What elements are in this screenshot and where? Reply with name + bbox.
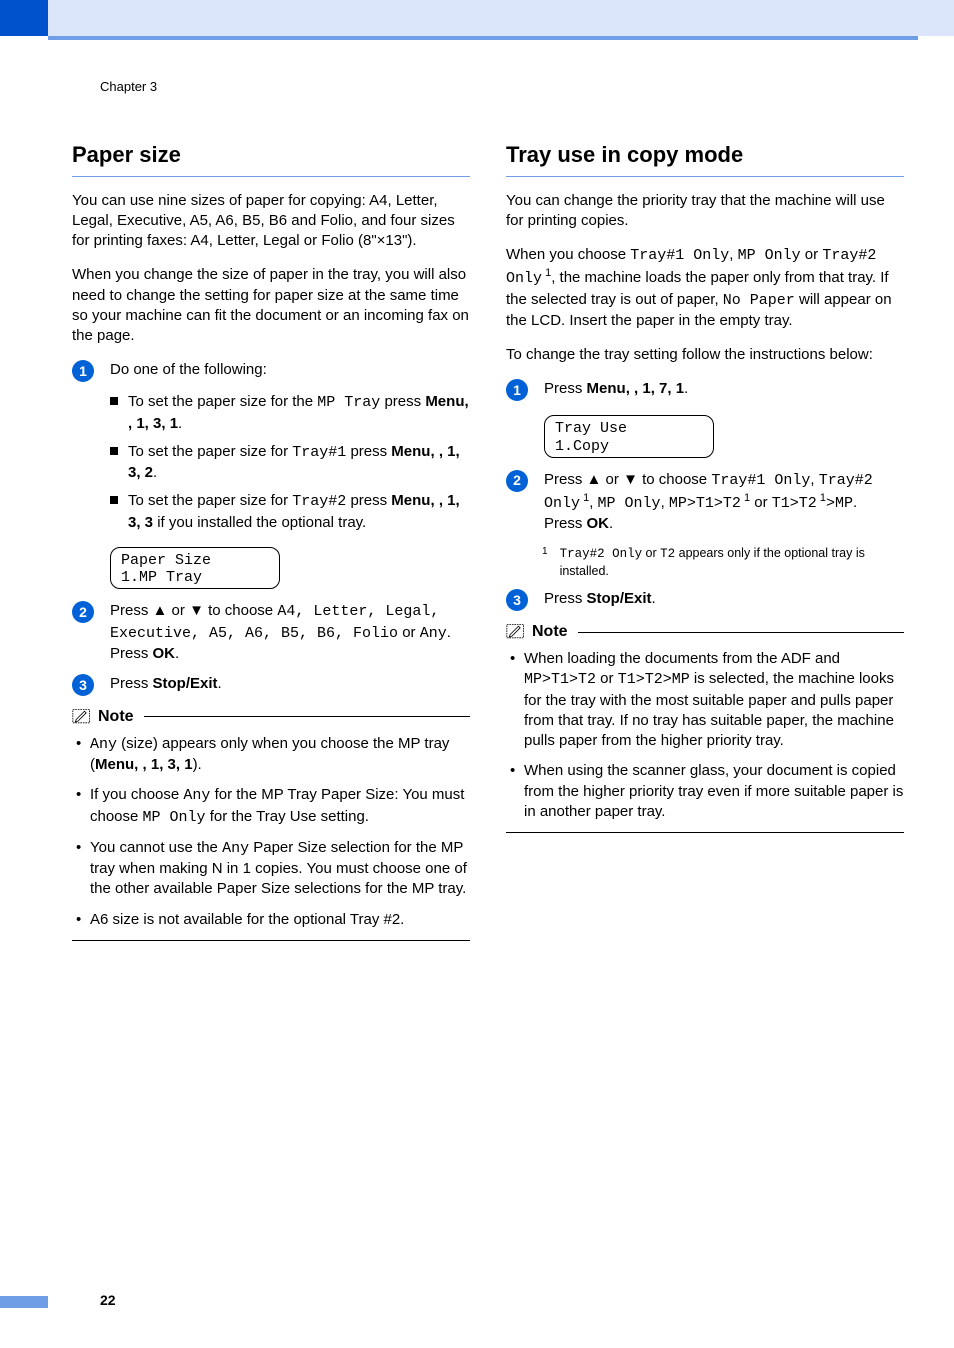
paragraph: When you change the size of paper in the…: [72, 265, 470, 346]
lcd-display: Paper Size 1.MP Tray: [110, 547, 280, 590]
square-bullet-icon: [110, 447, 118, 455]
list-item: When loading the documents from the ADF …: [506, 649, 904, 751]
page-number-accent: [0, 1296, 48, 1308]
list-item: If you choose Any for the MP Tray Paper …: [72, 785, 470, 828]
paragraph: You can use nine sizes of paper for copy…: [72, 191, 470, 252]
section-heading-paper-size: Paper size: [72, 140, 470, 170]
down-triangle-icon: ▼: [189, 602, 204, 619]
section-rule: [506, 176, 904, 177]
step-number-icon: 1: [506, 379, 528, 401]
step-text: Press Stop/Exit.: [110, 674, 470, 694]
note-list: When loading the documents from the ADF …: [506, 649, 904, 822]
sub-text: To set the paper size for the MP Tray pr…: [128, 392, 470, 434]
corner-accent: [0, 0, 48, 36]
note-label: Note: [532, 621, 568, 643]
sub-item: To set the paper size for Tray#2 press M…: [110, 491, 470, 533]
step-number-icon: 3: [506, 589, 528, 611]
lcd-line: 1.MP Tray: [121, 569, 269, 586]
note-bottom-rule: [72, 940, 470, 941]
note-header: Note: [506, 621, 904, 643]
list-item: You cannot use the Any Paper Size select…: [72, 838, 470, 900]
lcd-line: Paper Size: [121, 552, 269, 569]
footnote-ref: 1: [542, 267, 551, 279]
lcd-line: 1.Copy: [555, 438, 703, 455]
step-text: Press ▲ or ▼ to choose Tray#1 Only, Tray…: [544, 470, 904, 535]
step-number-icon: 2: [506, 470, 528, 492]
sub-item: To set the paper size for Tray#1 press M…: [110, 442, 470, 484]
step-2: 2 Press ▲ or ▼ to choose Tray#1 Only, Tr…: [506, 470, 904, 535]
sub-text: To set the paper size for Tray#2 press M…: [128, 491, 470, 533]
note-rule: [578, 632, 904, 633]
header-band: [48, 0, 954, 36]
note-pencil-icon: [506, 623, 526, 641]
list-item: When using the scanner glass, your docum…: [506, 761, 904, 822]
footnote-ref: 1: [580, 492, 589, 504]
note-bottom-rule: [506, 832, 904, 833]
square-bullet-icon: [110, 496, 118, 504]
step-text: Do one of the following:: [110, 360, 470, 380]
step-number-icon: 1: [72, 360, 94, 382]
step-number-icon: 2: [72, 601, 94, 623]
header-rule: [48, 36, 918, 40]
note-rule: [144, 716, 470, 717]
footnote: 1 Tray#2 Only or T2 appears only if the …: [542, 545, 904, 580]
step-number-icon: 3: [72, 674, 94, 696]
square-bullet-icon: [110, 397, 118, 405]
footnote-ref: 1: [741, 492, 750, 504]
list-item: Any (size) appears only when you choose …: [72, 734, 470, 776]
note-header: Note: [72, 706, 470, 728]
paragraph: When you choose Tray#1 Only, MP Only or …: [506, 245, 904, 331]
step-1: 1 Press Menu, , 1, 7, 1.: [506, 379, 904, 401]
lcd-line: Tray Use: [555, 420, 703, 437]
down-triangle-icon: ▼: [623, 471, 638, 488]
up-triangle-icon: ▲: [153, 602, 168, 619]
note-pencil-icon: [72, 708, 92, 726]
paragraph: To change the tray setting follow the in…: [506, 345, 904, 365]
footnote-ref: 1: [817, 492, 826, 504]
step-text: Press ▲ or ▼ to choose A4, Letter, Legal…: [110, 601, 470, 664]
step-3: 3 Press Stop/Exit.: [506, 589, 904, 611]
right-column: Tray use in copy mode You can change the…: [506, 140, 904, 941]
up-triangle-icon: ▲: [587, 471, 602, 488]
section-rule: [72, 176, 470, 177]
step-1: 1 Do one of the following:: [72, 360, 470, 382]
left-column: Paper size You can use nine sizes of pap…: [72, 140, 470, 941]
section-heading-tray-use: Tray use in copy mode: [506, 140, 904, 170]
lcd-display: Tray Use 1.Copy: [544, 415, 714, 458]
footnote-text: Tray#2 Only or T2 appears only if the op…: [560, 545, 904, 580]
step-2: 2 Press ▲ or ▼ to choose A4, Letter, Leg…: [72, 601, 470, 664]
list-item: A6 size is not available for the optiona…: [72, 910, 470, 930]
sub-item: To set the paper size for the MP Tray pr…: [110, 392, 470, 434]
footnote-number: 1: [542, 545, 548, 580]
step-text: Press Menu, , 1, 7, 1.: [544, 379, 904, 399]
paragraph: You can change the priority tray that th…: [506, 191, 904, 232]
sub-text: To set the paper size for Tray#1 press M…: [128, 442, 470, 484]
note-list: Any (size) appears only when you choose …: [72, 734, 470, 930]
chapter-label: Chapter 3: [100, 78, 157, 96]
content-columns: Paper size You can use nine sizes of pap…: [72, 140, 904, 941]
note-label: Note: [98, 706, 134, 728]
substeps: To set the paper size for the MP Tray pr…: [110, 392, 470, 533]
manual-page: Chapter 3 Paper size You can use nine si…: [0, 0, 954, 1348]
step-text: Press Stop/Exit.: [544, 589, 904, 609]
step-3: 3 Press Stop/Exit.: [72, 674, 470, 696]
page-number: 22: [100, 1291, 116, 1310]
